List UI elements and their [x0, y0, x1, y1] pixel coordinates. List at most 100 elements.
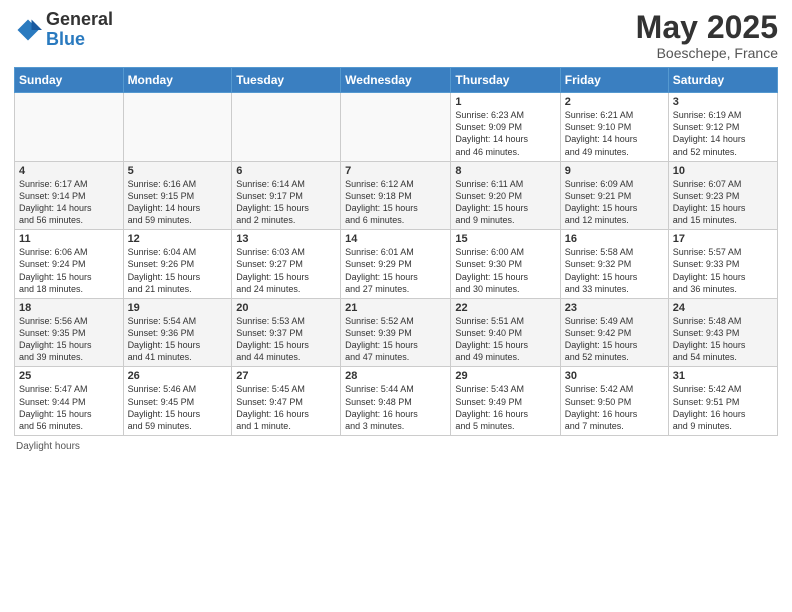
day-number: 8 — [455, 165, 555, 177]
day-info: Sunrise: 5:42 AM Sunset: 9:51 PM Dayligh… — [673, 383, 773, 432]
day-info: Sunrise: 5:43 AM Sunset: 9:49 PM Dayligh… — [455, 383, 555, 432]
calendar-day-header: Friday — [560, 68, 668, 93]
calendar-cell — [341, 93, 451, 162]
calendar-week-row: 4Sunrise: 6:17 AM Sunset: 9:14 PM Daylig… — [15, 161, 778, 230]
day-info: Sunrise: 6:11 AM Sunset: 9:20 PM Dayligh… — [455, 178, 555, 227]
logo: General Blue — [14, 10, 113, 50]
calendar-cell: 2Sunrise: 6:21 AM Sunset: 9:10 PM Daylig… — [560, 93, 668, 162]
day-info: Sunrise: 5:51 AM Sunset: 9:40 PM Dayligh… — [455, 315, 555, 364]
day-number: 24 — [673, 302, 773, 314]
day-number: 31 — [673, 370, 773, 382]
calendar-cell: 30Sunrise: 5:42 AM Sunset: 9:50 PM Dayli… — [560, 367, 668, 436]
calendar-week-row: 18Sunrise: 5:56 AM Sunset: 9:35 PM Dayli… — [15, 298, 778, 367]
day-info: Sunrise: 6:03 AM Sunset: 9:27 PM Dayligh… — [236, 246, 336, 295]
calendar-cell: 21Sunrise: 5:52 AM Sunset: 9:39 PM Dayli… — [341, 298, 451, 367]
calendar-cell: 29Sunrise: 5:43 AM Sunset: 9:49 PM Dayli… — [451, 367, 560, 436]
calendar-day-header: Sunday — [15, 68, 124, 93]
day-info: Sunrise: 5:58 AM Sunset: 9:32 PM Dayligh… — [565, 246, 664, 295]
day-info: Sunrise: 6:01 AM Sunset: 9:29 PM Dayligh… — [345, 246, 446, 295]
day-info: Sunrise: 6:14 AM Sunset: 9:17 PM Dayligh… — [236, 178, 336, 227]
calendar-cell: 14Sunrise: 6:01 AM Sunset: 9:29 PM Dayli… — [341, 230, 451, 299]
day-info: Sunrise: 6:23 AM Sunset: 9:09 PM Dayligh… — [455, 109, 555, 158]
day-info: Sunrise: 5:46 AM Sunset: 9:45 PM Dayligh… — [128, 383, 228, 432]
day-number: 26 — [128, 370, 228, 382]
day-number: 9 — [565, 165, 664, 177]
day-number: 15 — [455, 233, 555, 245]
calendar-cell: 6Sunrise: 6:14 AM Sunset: 9:17 PM Daylig… — [232, 161, 341, 230]
day-info: Sunrise: 6:00 AM Sunset: 9:30 PM Dayligh… — [455, 246, 555, 295]
day-number: 17 — [673, 233, 773, 245]
footer: Daylight hours — [14, 441, 778, 452]
day-number: 2 — [565, 96, 664, 108]
day-number: 14 — [345, 233, 446, 245]
calendar-cell: 25Sunrise: 5:47 AM Sunset: 9:44 PM Dayli… — [15, 367, 124, 436]
calendar-day-header: Tuesday — [232, 68, 341, 93]
calendar-day-header: Thursday — [451, 68, 560, 93]
calendar-cell: 22Sunrise: 5:51 AM Sunset: 9:40 PM Dayli… — [451, 298, 560, 367]
day-info: Sunrise: 5:56 AM Sunset: 9:35 PM Dayligh… — [19, 315, 119, 364]
calendar-cell: 8Sunrise: 6:11 AM Sunset: 9:20 PM Daylig… — [451, 161, 560, 230]
day-info: Sunrise: 5:54 AM Sunset: 9:36 PM Dayligh… — [128, 315, 228, 364]
calendar-cell: 1Sunrise: 6:23 AM Sunset: 9:09 PM Daylig… — [451, 93, 560, 162]
daylight-hours-label: Daylight hours — [16, 441, 80, 452]
calendar-cell: 9Sunrise: 6:09 AM Sunset: 9:21 PM Daylig… — [560, 161, 668, 230]
calendar-cell — [123, 93, 232, 162]
day-info: Sunrise: 5:52 AM Sunset: 9:39 PM Dayligh… — [345, 315, 446, 364]
day-number: 22 — [455, 302, 555, 314]
calendar-day-header: Saturday — [668, 68, 777, 93]
header: General Blue May 2025 Boeschepe, France — [14, 10, 778, 61]
calendar-day-header: Monday — [123, 68, 232, 93]
page: General Blue May 2025 Boeschepe, France … — [0, 0, 792, 612]
day-number: 19 — [128, 302, 228, 314]
day-info: Sunrise: 6:17 AM Sunset: 9:14 PM Dayligh… — [19, 178, 119, 227]
day-info: Sunrise: 5:47 AM Sunset: 9:44 PM Dayligh… — [19, 383, 119, 432]
calendar-cell: 27Sunrise: 5:45 AM Sunset: 9:47 PM Dayli… — [232, 367, 341, 436]
day-info: Sunrise: 5:57 AM Sunset: 9:33 PM Dayligh… — [673, 246, 773, 295]
calendar-cell: 16Sunrise: 5:58 AM Sunset: 9:32 PM Dayli… — [560, 230, 668, 299]
calendar-day-header: Wednesday — [341, 68, 451, 93]
day-number: 27 — [236, 370, 336, 382]
logo-blue: Blue — [46, 29, 85, 49]
calendar-cell: 10Sunrise: 6:07 AM Sunset: 9:23 PM Dayli… — [668, 161, 777, 230]
logo-text: General Blue — [46, 10, 113, 50]
calendar-cell: 4Sunrise: 6:17 AM Sunset: 9:14 PM Daylig… — [15, 161, 124, 230]
calendar-cell: 11Sunrise: 6:06 AM Sunset: 9:24 PM Dayli… — [15, 230, 124, 299]
day-info: Sunrise: 6:21 AM Sunset: 9:10 PM Dayligh… — [565, 109, 664, 158]
calendar-header-row: SundayMondayTuesdayWednesdayThursdayFrid… — [15, 68, 778, 93]
calendar-cell: 12Sunrise: 6:04 AM Sunset: 9:26 PM Dayli… — [123, 230, 232, 299]
day-number: 18 — [19, 302, 119, 314]
day-number: 12 — [128, 233, 228, 245]
title-block: May 2025 Boeschepe, France — [636, 10, 778, 61]
day-info: Sunrise: 5:53 AM Sunset: 9:37 PM Dayligh… — [236, 315, 336, 364]
day-number: 5 — [128, 165, 228, 177]
calendar-cell: 18Sunrise: 5:56 AM Sunset: 9:35 PM Dayli… — [15, 298, 124, 367]
day-number: 3 — [673, 96, 773, 108]
day-number: 20 — [236, 302, 336, 314]
day-number: 28 — [345, 370, 446, 382]
day-info: Sunrise: 6:16 AM Sunset: 9:15 PM Dayligh… — [128, 178, 228, 227]
calendar-cell — [15, 93, 124, 162]
calendar-cell: 13Sunrise: 6:03 AM Sunset: 9:27 PM Dayli… — [232, 230, 341, 299]
calendar-cell: 28Sunrise: 5:44 AM Sunset: 9:48 PM Dayli… — [341, 367, 451, 436]
day-info: Sunrise: 6:09 AM Sunset: 9:21 PM Dayligh… — [565, 178, 664, 227]
day-info: Sunrise: 5:44 AM Sunset: 9:48 PM Dayligh… — [345, 383, 446, 432]
calendar: SundayMondayTuesdayWednesdayThursdayFrid… — [14, 67, 778, 436]
day-info: Sunrise: 5:49 AM Sunset: 9:42 PM Dayligh… — [565, 315, 664, 364]
calendar-cell: 24Sunrise: 5:48 AM Sunset: 9:43 PM Dayli… — [668, 298, 777, 367]
day-info: Sunrise: 5:45 AM Sunset: 9:47 PM Dayligh… — [236, 383, 336, 432]
day-number: 11 — [19, 233, 119, 245]
day-number: 21 — [345, 302, 446, 314]
day-info: Sunrise: 6:12 AM Sunset: 9:18 PM Dayligh… — [345, 178, 446, 227]
day-number: 4 — [19, 165, 119, 177]
calendar-cell: 3Sunrise: 6:19 AM Sunset: 9:12 PM Daylig… — [668, 93, 777, 162]
subtitle: Boeschepe, France — [636, 45, 778, 61]
day-number: 10 — [673, 165, 773, 177]
day-number: 16 — [565, 233, 664, 245]
day-info: Sunrise: 5:48 AM Sunset: 9:43 PM Dayligh… — [673, 315, 773, 364]
main-title: May 2025 — [636, 10, 778, 45]
day-number: 13 — [236, 233, 336, 245]
calendar-cell: 19Sunrise: 5:54 AM Sunset: 9:36 PM Dayli… — [123, 298, 232, 367]
day-info: Sunrise: 5:42 AM Sunset: 9:50 PM Dayligh… — [565, 383, 664, 432]
day-number: 30 — [565, 370, 664, 382]
day-info: Sunrise: 6:19 AM Sunset: 9:12 PM Dayligh… — [673, 109, 773, 158]
